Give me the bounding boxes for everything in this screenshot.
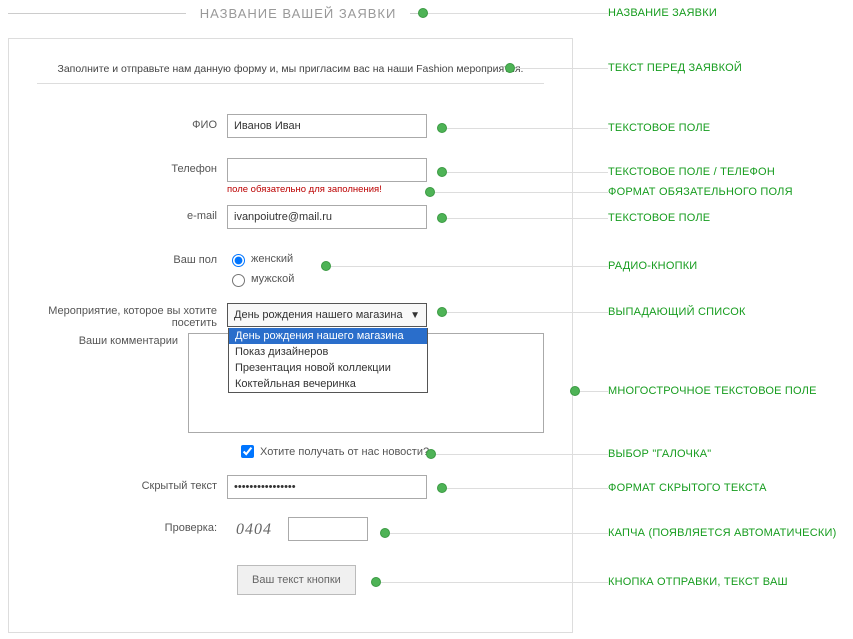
annotation-dot: [321, 261, 331, 271]
annotation-dot: [437, 307, 447, 317]
select-option[interactable]: Показ дизайнеров: [229, 344, 427, 360]
annotation-event: ВЫПАДАЮЩИЙ СПИСОК: [608, 306, 746, 318]
annotation-dot: [437, 123, 447, 133]
annotation-dot: [505, 63, 515, 73]
form-title: НАЗВАНИЕ ВАШЕЙ ЗАЯВКИ: [186, 6, 411, 21]
annotation-phone-err: ФОРМАТ ОБЯЗАТЕЛЬНОГО ПОЛЯ: [608, 186, 793, 198]
annotation-captcha: КАПЧА (ПОЯВЛЯЕТСЯ АВТОМАТИЧЕСКИ): [608, 527, 836, 539]
input-fio[interactable]: [227, 114, 427, 138]
radio-gender-male[interactable]: [232, 274, 245, 287]
annotation-gender: РАДИО-КНОПКИ: [608, 260, 697, 272]
label-captcha: Проверка:: [37, 517, 227, 534]
annotation-dot: [426, 449, 436, 459]
label-fio: ФИО: [37, 114, 227, 131]
annotation-dot: [570, 386, 580, 396]
captcha-image: 0404: [227, 517, 281, 543]
chevron-down-icon: ▼: [410, 310, 420, 321]
annotation-dot: [380, 528, 390, 538]
select-option[interactable]: День рождения нашего магазина: [229, 328, 427, 344]
input-phone[interactable]: [227, 158, 427, 182]
annotation-header: НАЗВАНИЕ ЗАЯВКИ: [608, 7, 717, 19]
annotation-email: ТЕКСТОВОЕ ПОЛЕ: [608, 212, 710, 224]
submit-button[interactable]: Ваш текст кнопки: [237, 565, 356, 595]
error-phone: поле обязательно для заполнения!: [227, 184, 427, 195]
checkbox-news[interactable]: [241, 445, 254, 458]
radio-gender-female[interactable]: [232, 254, 245, 267]
label-event: Мероприятие, которое вы хотите посетить: [37, 303, 227, 329]
annotation-news: ВЫБОР "ГАЛОЧКА": [608, 448, 711, 460]
checkbox-news-label: Хотите получать от нас новости?: [260, 446, 429, 458]
annotation-dot: [418, 8, 428, 18]
label-hidden: Скрытый текст: [37, 475, 227, 492]
annotation-dot: [371, 577, 381, 587]
annotation-intro: ТЕКСТ ПЕРЕД ЗАЯВКОЙ: [608, 62, 742, 74]
annotation-hidden: ФОРМАТ СКРЫТОГО ТЕКСТА: [608, 482, 767, 494]
label-gender: Ваш пол: [37, 249, 227, 266]
label-email: e-mail: [37, 205, 227, 222]
annotation-fio: ТЕКСТОВОЕ ПОЛЕ: [608, 122, 710, 134]
annotation-phone: ТЕКСТОВОЕ ПОЛЕ / ТЕЛЕФОН: [608, 166, 775, 178]
input-hidden[interactable]: [227, 475, 427, 499]
select-option[interactable]: Коктейльная вечеринка: [229, 376, 427, 392]
annotation-submit: КНОПКА ОТПРАВКИ, ТЕКСТ ВАШ: [608, 576, 788, 588]
label-comments: Ваши комментарии: [37, 333, 188, 347]
radio-label-male: мужской: [251, 273, 294, 285]
select-event-dropdown: День рождения нашего магазина Показ диза…: [228, 328, 428, 393]
label-phone: Телефон: [37, 158, 227, 175]
input-captcha[interactable]: [288, 517, 368, 541]
annotation-dot: [437, 167, 447, 177]
intro-text: Заполните и отправьте нам данную форму и…: [37, 63, 544, 75]
input-email[interactable]: [227, 205, 427, 229]
select-event[interactable]: День рождения нашего магазина ▼ День рож…: [227, 303, 427, 327]
select-option[interactable]: Презентация новой коллекции: [229, 360, 427, 376]
annotation-dot: [425, 187, 435, 197]
annotation-dot: [437, 483, 447, 493]
radio-label-female: женский: [251, 253, 293, 265]
select-event-value: День рождения нашего магазина: [234, 309, 403, 321]
annotation-dot: [437, 213, 447, 223]
annotation-comments: МНОГОСТРОЧНОЕ ТЕКСТОВОЕ ПОЛЕ: [608, 385, 817, 397]
